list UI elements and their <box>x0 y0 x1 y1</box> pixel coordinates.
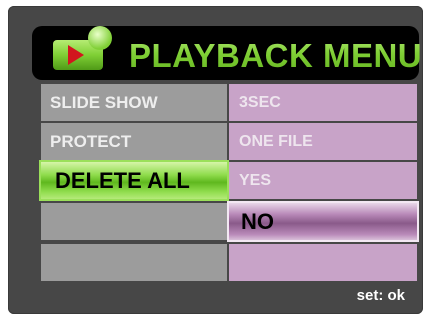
menu-item-value-empty <box>229 244 417 281</box>
menu-row-protect[interactable]: PROTECT ONE FILE <box>41 123 417 160</box>
camera-screen: PLAYBACK MENU SLIDE SHOW 3SEC PROTECT ON… <box>8 6 423 314</box>
option-yes[interactable]: YES <box>229 162 417 199</box>
menu-title: PLAYBACK MENU <box>129 32 422 80</box>
set-ok-hint: set: ok <box>356 287 405 304</box>
menu-item-value[interactable]: 3SEC <box>229 84 417 121</box>
menu-item-label[interactable]: SLIDE SHOW <box>41 84 227 121</box>
menu-item-label-empty <box>41 203 227 240</box>
playback-icon <box>53 26 112 70</box>
menu-item-value[interactable]: ONE FILE <box>229 123 417 160</box>
menu-item-label-empty <box>41 244 227 281</box>
menu-row-5 <box>41 244 417 281</box>
menu-item-label-selected[interactable]: DELETE ALL <box>39 160 229 201</box>
menu-row-delete-all[interactable]: DELETE ALL YES <box>39 160 417 201</box>
menu-row-4[interactable]: NO <box>41 201 419 242</box>
menu-item-label[interactable]: PROTECT <box>41 123 227 160</box>
menu-row-slide-show[interactable]: SLIDE SHOW 3SEC <box>41 84 417 121</box>
option-no-selected[interactable]: NO <box>227 201 419 242</box>
